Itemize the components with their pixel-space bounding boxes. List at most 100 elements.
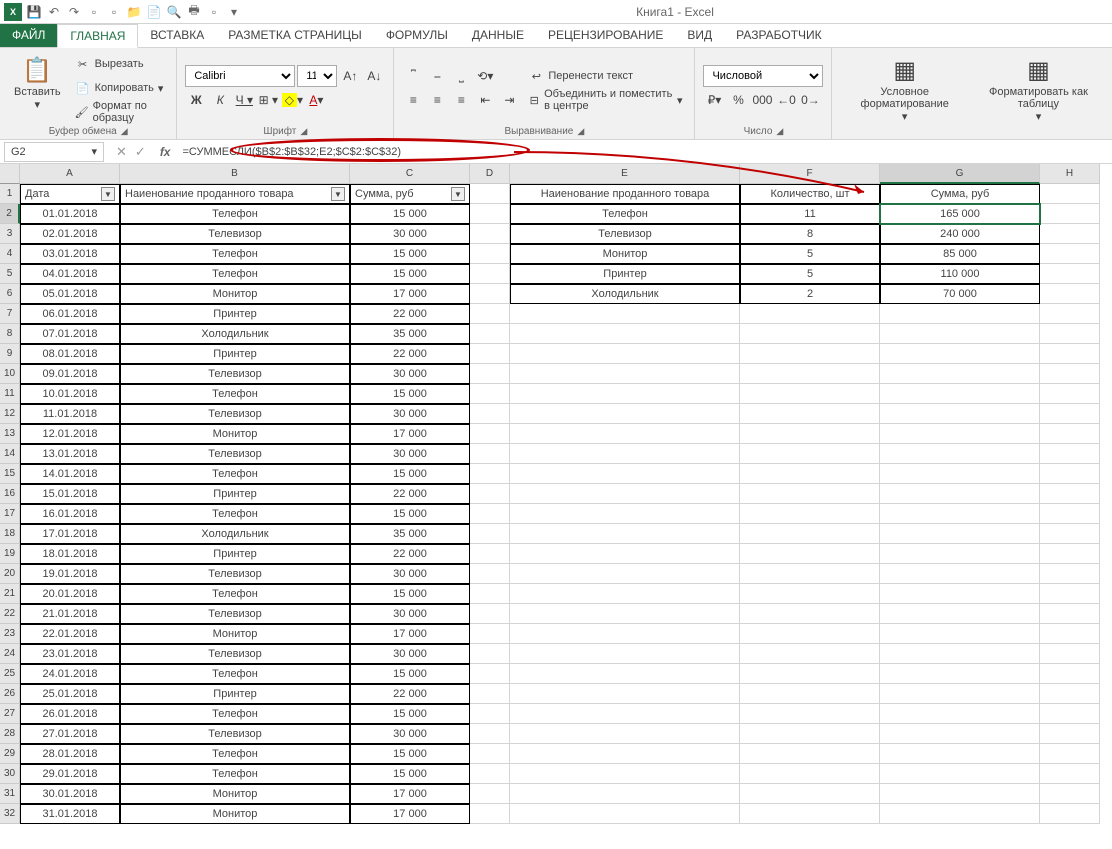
row-header[interactable]: 19 (0, 544, 20, 564)
row-header[interactable]: 5 (0, 264, 20, 284)
cell[interactable] (470, 684, 510, 704)
cell[interactable] (880, 484, 1040, 504)
cell[interactable] (880, 404, 1040, 424)
cell-item[interactable]: Холодильник (120, 324, 350, 344)
font-name-select[interactable]: Calibri (185, 65, 295, 87)
cell[interactable] (1040, 724, 1100, 744)
save-icon[interactable]: 💾 (26, 4, 42, 20)
cell[interactable] (740, 484, 880, 504)
cell-date[interactable]: 15.01.2018 (20, 484, 120, 504)
cell[interactable] (740, 464, 880, 484)
merge-center-button[interactable]: ⊟Объединить и поместить в центре ▾ (524, 89, 686, 111)
cell[interactable] (740, 604, 880, 624)
cell[interactable] (470, 764, 510, 784)
column-header[interactable]: C (350, 164, 470, 184)
cell[interactable] (880, 724, 1040, 744)
cell[interactable] (740, 664, 880, 684)
cell[interactable] (470, 804, 510, 824)
cell[interactable] (470, 424, 510, 444)
cell-item[interactable]: Холодильник (120, 524, 350, 544)
cell[interactable] (1040, 564, 1100, 584)
cell[interactable] (510, 564, 740, 584)
row-header[interactable]: 30 (0, 764, 20, 784)
align-center-icon[interactable]: ≡ (426, 89, 448, 111)
cell-item[interactable]: Телевизор (120, 604, 350, 624)
cell[interactable] (880, 704, 1040, 724)
cell[interactable] (510, 384, 740, 404)
cell[interactable] (470, 284, 510, 304)
cell-sum[interactable]: 30 000 (350, 644, 470, 664)
row-header[interactable]: 6 (0, 284, 20, 304)
cell[interactable] (1040, 644, 1100, 664)
cell-date[interactable]: 21.01.2018 (20, 604, 120, 624)
cell-date[interactable]: 04.01.2018 (20, 264, 120, 284)
cell-date[interactable]: 31.01.2018 (20, 804, 120, 824)
filter-arrow-icon[interactable]: ▼ (451, 187, 465, 201)
cell-sum[interactable]: 22 000 (350, 484, 470, 504)
row-header[interactable]: 20 (0, 564, 20, 584)
cell[interactable] (740, 704, 880, 724)
cancel-icon[interactable]: ✕ (116, 144, 127, 160)
conditional-formatting-button[interactable]: ▦ Условное форматирование▾ (840, 52, 968, 135)
name-box[interactable]: G2 ▾ (4, 142, 104, 162)
row-header[interactable]: 11 (0, 384, 20, 404)
cell[interactable] (1040, 804, 1100, 824)
cell[interactable] (1040, 464, 1100, 484)
cell[interactable] (470, 184, 510, 204)
cell-date[interactable]: 16.01.2018 (20, 504, 120, 524)
cell[interactable] (740, 584, 880, 604)
cell-item[interactable]: Телевизор (120, 404, 350, 424)
cell[interactable] (470, 404, 510, 424)
cell[interactable] (1040, 744, 1100, 764)
cell[interactable] (880, 644, 1040, 664)
formula-input[interactable]: =СУММЕСЛИ($B$2:$B$32;E2;$C$2:$C$32) (176, 146, 1112, 158)
cell[interactable] (1040, 224, 1100, 244)
cell-sum[interactable]: 17 000 (350, 424, 470, 444)
cell-date[interactable]: 13.01.2018 (20, 444, 120, 464)
table-header-cell[interactable]: Дата▼ (20, 184, 120, 204)
cell-sum[interactable]: 30 000 (350, 564, 470, 584)
decrease-indent-icon[interactable]: ⇤ (474, 89, 496, 111)
cell[interactable] (880, 744, 1040, 764)
cell[interactable] (740, 724, 880, 744)
qat-dropdown-icon[interactable]: ▾ (226, 4, 242, 20)
percent-format-icon[interactable]: % (727, 89, 749, 111)
cell[interactable] (470, 364, 510, 384)
cell-item[interactable]: Телевизор (120, 724, 350, 744)
cell-item[interactable]: Телефон (120, 204, 350, 224)
cell[interactable] (470, 744, 510, 764)
cell[interactable] (880, 304, 1040, 324)
paste-button[interactable]: 📋 Вставить ▾ (8, 52, 67, 124)
cell[interactable] (880, 464, 1040, 484)
cell-sum[interactable]: 15 000 (350, 744, 470, 764)
cell-sum[interactable]: 15 000 (350, 664, 470, 684)
cell[interactable] (510, 404, 740, 424)
cell[interactable] (880, 444, 1040, 464)
cell[interactable] (470, 444, 510, 464)
qat-icon[interactable]: ▫ (106, 4, 122, 20)
row-header[interactable]: 28 (0, 724, 20, 744)
comma-format-icon[interactable]: 000 (751, 89, 773, 111)
cell[interactable] (880, 804, 1040, 824)
chevron-down-icon[interactable]: ▾ (91, 145, 97, 158)
qat-icon[interactable]: ▫ (206, 4, 222, 20)
cell[interactable] (740, 524, 880, 544)
row-header[interactable]: 7 (0, 304, 20, 324)
cell-date[interactable]: 11.01.2018 (20, 404, 120, 424)
cell[interactable] (1040, 304, 1100, 324)
cell-item[interactable]: Телевизор (120, 644, 350, 664)
table-header-cell[interactable]: Наиенование проданного товара (510, 184, 740, 204)
cell-sum[interactable]: 15 000 (350, 384, 470, 404)
cell-date[interactable]: 14.01.2018 (20, 464, 120, 484)
cell[interactable] (1040, 704, 1100, 724)
cell[interactable] (880, 604, 1040, 624)
cell-sum[interactable]: 22 000 (350, 344, 470, 364)
cell[interactable] (470, 224, 510, 244)
dialog-launcher-icon[interactable]: ◢ (300, 126, 307, 136)
border-button[interactable]: ⊞ ▾ (257, 89, 279, 111)
cell-sum[interactable]: 35 000 (350, 524, 470, 544)
row-header[interactable]: 29 (0, 744, 20, 764)
cell[interactable] (470, 604, 510, 624)
cell-item[interactable]: Телефон (510, 204, 740, 224)
cell-date[interactable]: 19.01.2018 (20, 564, 120, 584)
